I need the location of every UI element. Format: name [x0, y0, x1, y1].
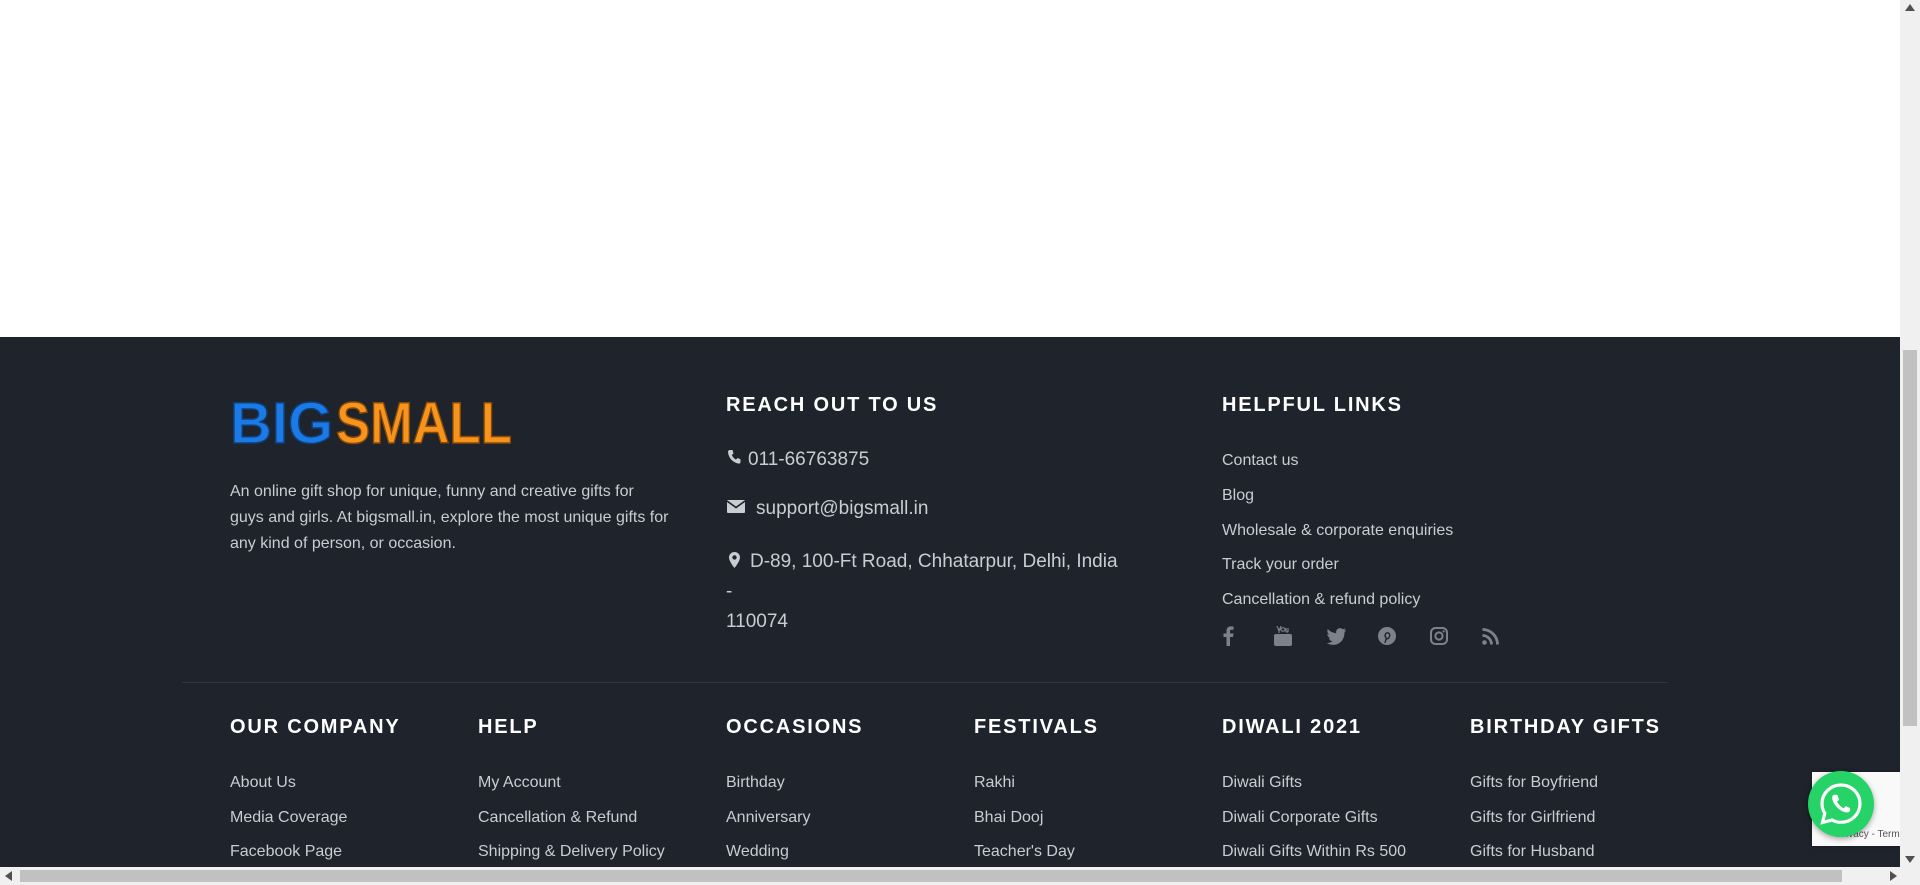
link-my-account[interactable]: My Account [478, 774, 561, 792]
logo-part-big: BIG [230, 393, 333, 449]
link-contact-us[interactable]: Contact us [1222, 452, 1298, 470]
link-gifts-husband[interactable]: Gifts for Husband [1470, 843, 1595, 861]
link-blog[interactable]: Blog [1222, 487, 1254, 505]
link-wholesale[interactable]: Wholesale & corporate enquiries [1222, 522, 1453, 540]
whatsapp-icon [1820, 783, 1862, 825]
map-marker-icon [726, 552, 742, 568]
address-line-2: 110074 [726, 611, 788, 632]
reach-heading: REACH OUT TO US [726, 394, 939, 416]
link-wedding[interactable]: Wedding [726, 843, 789, 861]
horizontal-scroll-thumb[interactable] [20, 870, 1842, 882]
link-bhai-dooj[interactable]: Bhai Dooj [974, 809, 1043, 827]
instagram-icon[interactable] [1430, 624, 1482, 648]
link-gifts-girlfriend[interactable]: Gifts for Girlfriend [1470, 809, 1595, 827]
heading-help: HELP [478, 716, 539, 738]
heading-our-company: OUR COMPANY [230, 716, 401, 738]
link-cancellation-refund[interactable]: Cancellation & Refund [478, 809, 637, 827]
link-teachers-day[interactable]: Teacher's Day [974, 843, 1075, 861]
link-track-order[interactable]: Track your order [1222, 556, 1339, 574]
email-row[interactable]: support@bigsmall.in [726, 498, 928, 520]
link-diwali-gifts[interactable]: Diwali Gifts [1222, 774, 1302, 792]
page: BIG SMALL An online gift shop for unique… [0, 0, 1900, 867]
link-facebook-page[interactable]: Facebook Page [230, 843, 342, 861]
link-gifts-boyfriend[interactable]: Gifts for Boyfriend [1470, 774, 1598, 792]
heading-diwali-2021: DIWALI 2021 [1222, 716, 1362, 738]
vertical-scrollbar[interactable] [1900, 0, 1920, 867]
heading-birthday-gifts: BIRTHDAY GIFTS [1470, 716, 1661, 738]
horizontal-scrollbar[interactable] [0, 867, 1920, 885]
email-address: support@bigsmall.in [756, 498, 929, 519]
scroll-right-arrow-icon[interactable] [1890, 871, 1897, 881]
facebook-icon[interactable] [1222, 624, 1274, 648]
link-birthday[interactable]: Birthday [726, 774, 785, 792]
link-about-us[interactable]: About Us [230, 774, 296, 792]
vertical-scroll-thumb[interactable] [1903, 350, 1917, 726]
scroll-left-arrow-icon[interactable] [5, 871, 12, 881]
scroll-up-arrow-icon[interactable] [1905, 4, 1915, 11]
phone-row[interactable]: 011-66763875 [726, 449, 869, 471]
whatsapp-chat-button[interactable] [1808, 771, 1874, 837]
link-anniversary[interactable]: Anniversary [726, 809, 810, 827]
heading-occasions: OCCASIONS [726, 716, 864, 738]
address-line-1: D-89, 100-Ft Road, Chhatarpur, Delhi, In… [726, 551, 1118, 602]
scroll-down-arrow-icon[interactable] [1905, 856, 1915, 863]
link-media-coverage[interactable]: Media Coverage [230, 809, 347, 827]
heading-festivals: FESTIVALS [974, 716, 1099, 738]
envelope-icon [726, 498, 746, 514]
youtube-icon[interactable] [1274, 624, 1326, 648]
pinterest-icon[interactable] [1378, 624, 1430, 648]
rss-icon[interactable] [1482, 624, 1534, 648]
link-cancellation-policy[interactable]: Cancellation & refund policy [1222, 591, 1420, 609]
link-rakhi[interactable]: Rakhi [974, 774, 1015, 792]
phone-icon [726, 449, 742, 465]
helpful-heading: HELPFUL LINKS [1222, 394, 1403, 416]
twitter-icon[interactable] [1326, 624, 1378, 648]
bigsmall-logo[interactable]: BIG SMALL [230, 393, 514, 449]
phone-number: 011-66763875 [748, 449, 870, 470]
link-diwali-corporate-gifts[interactable]: Diwali Corporate Gifts [1222, 809, 1378, 827]
about-text: An online gift shop for unique, funny an… [230, 483, 669, 552]
address-row: D-89, 100-Ft Road, Chhatarpur, Delhi, In… [726, 547, 1126, 637]
footer-divider [182, 682, 1668, 683]
social-links [1222, 624, 1534, 648]
link-shipping-delivery[interactable]: Shipping & Delivery Policy [478, 843, 665, 861]
link-diwali-gifts-500[interactable]: Diwali Gifts Within Rs 500 [1222, 843, 1406, 861]
logo-part-small: SMALL [336, 393, 512, 449]
